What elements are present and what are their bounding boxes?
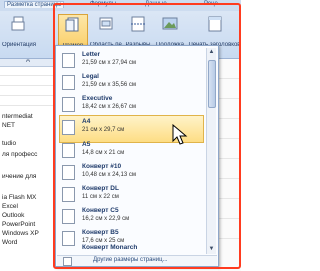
page-size-dimensions: 21,59 см x 35,56 см: [82, 82, 136, 88]
page-size-name: A4: [82, 118, 91, 125]
gridline: [0, 95, 62, 96]
scroll-up-icon[interactable]: ▲: [207, 48, 216, 57]
sheet-cell[interactable]: ичение для: [2, 173, 36, 180]
sheet-cell[interactable]: Outlook: [2, 212, 24, 219]
page-icon: [63, 257, 72, 266]
page-size-name: A5: [82, 141, 91, 148]
column-header-row: A: [0, 58, 62, 67]
orientation-icon: [11, 16, 25, 31]
more-page-sizes-button[interactable]: Другие размеры страниц...: [57, 255, 217, 266]
gridline: [0, 85, 62, 86]
page-size-name: Executive: [82, 95, 113, 102]
page-size-dimensions: 10,48 см x 24,13 см: [82, 172, 136, 178]
page-size-dropdown: Letter 21,59 см x 27,94 см Legal 21,59 с…: [55, 45, 219, 267]
tab-data[interactable]: Данные: [145, 1, 167, 7]
tab-review[interactable]: Реце: [204, 1, 218, 7]
gridline: [218, 218, 241, 219]
ribbon-tabs: Разметка страницы Формулы Данные Реце: [0, 0, 241, 11]
page-size-name: Конверт Monarch: [82, 244, 138, 251]
sheet-cell[interactable]: ntermediat: [2, 113, 33, 120]
sheet-cell[interactable]: Word: [2, 239, 17, 246]
page-size-dimensions: 18,42 см x 26,67 см: [82, 104, 136, 110]
page-icon: [62, 75, 75, 90]
breaks-icon: [131, 16, 145, 32]
page-icon: [62, 53, 75, 68]
gridline: [218, 198, 241, 199]
sheet-cell[interactable]: ля професс: [2, 151, 37, 158]
scroll-down-icon[interactable]: ▼: [207, 245, 216, 254]
gridline: [218, 78, 241, 79]
sheet-cell[interactable]: NET: [2, 122, 15, 129]
gridline: [218, 238, 241, 239]
page-size-name: Конверт #10: [82, 163, 122, 170]
scrollbar-thumb[interactable]: [208, 60, 216, 108]
print-area-icon: [99, 17, 113, 30]
dropdown-scrollbar[interactable]: ▲ ▼: [206, 48, 216, 254]
page-size-name: Legal: [82, 73, 99, 80]
page-size-dimensions: 21 см x 29,7 см: [82, 127, 125, 133]
orientation-button[interactable]: Ориентация: [1, 14, 37, 56]
page-size-dimensions: 11 см x 22 см: [82, 194, 119, 200]
sheet-cell[interactable]: Excel: [2, 203, 18, 210]
tab-formulas[interactable]: Формулы: [90, 1, 116, 7]
gridline: [218, 98, 241, 99]
more-page-sizes-label: Другие размеры страниц...: [93, 257, 168, 263]
page-icon: [62, 209, 75, 224]
page-size-dimensions: 21,59 см x 27,94 см: [82, 60, 136, 66]
column-header-a[interactable]: A: [26, 58, 30, 66]
page-size-name: Letter: [82, 51, 101, 58]
page-size-name: Конверт DL: [82, 185, 119, 192]
sheet-right-columns: [218, 58, 241, 271]
gridline: [218, 118, 241, 119]
page-size-dimensions: 14,8 см x 21 см: [82, 150, 125, 156]
page-size-name: Конверт C5: [82, 207, 119, 214]
page-size-icon: [65, 17, 79, 32]
sheet-cell[interactable]: ia Flash MX: [2, 194, 36, 201]
page-icon: [62, 120, 75, 135]
page-icon: [62, 165, 75, 180]
page-size-item-envelope-monarch[interactable]: Конверт Monarch: [60, 244, 203, 255]
page-icon: [62, 187, 75, 202]
sheet-cell[interactable]: Windows XP: [2, 230, 39, 237]
page-size-dimensions: 16,2 см x 22,9 см: [82, 216, 130, 222]
gridline: [218, 158, 241, 159]
orientation-label: Ориентация: [1, 42, 37, 48]
page-size-name: Конверт B5: [82, 229, 119, 236]
print-titles-icon: [208, 16, 221, 32]
gridline: [0, 75, 62, 76]
page-icon: [62, 97, 75, 112]
gridline: [218, 178, 241, 179]
sheet-cell[interactable]: PowerPoint: [2, 221, 35, 228]
mouse-pointer-icon: [172, 124, 188, 145]
gridline: [0, 105, 62, 106]
gridline: [218, 138, 241, 139]
page-icon: [62, 143, 75, 158]
sheet-cell[interactable]: tudio: [2, 140, 16, 147]
background-icon: [162, 17, 178, 30]
tab-page-layout[interactable]: Разметка страницы: [4, 1, 65, 8]
